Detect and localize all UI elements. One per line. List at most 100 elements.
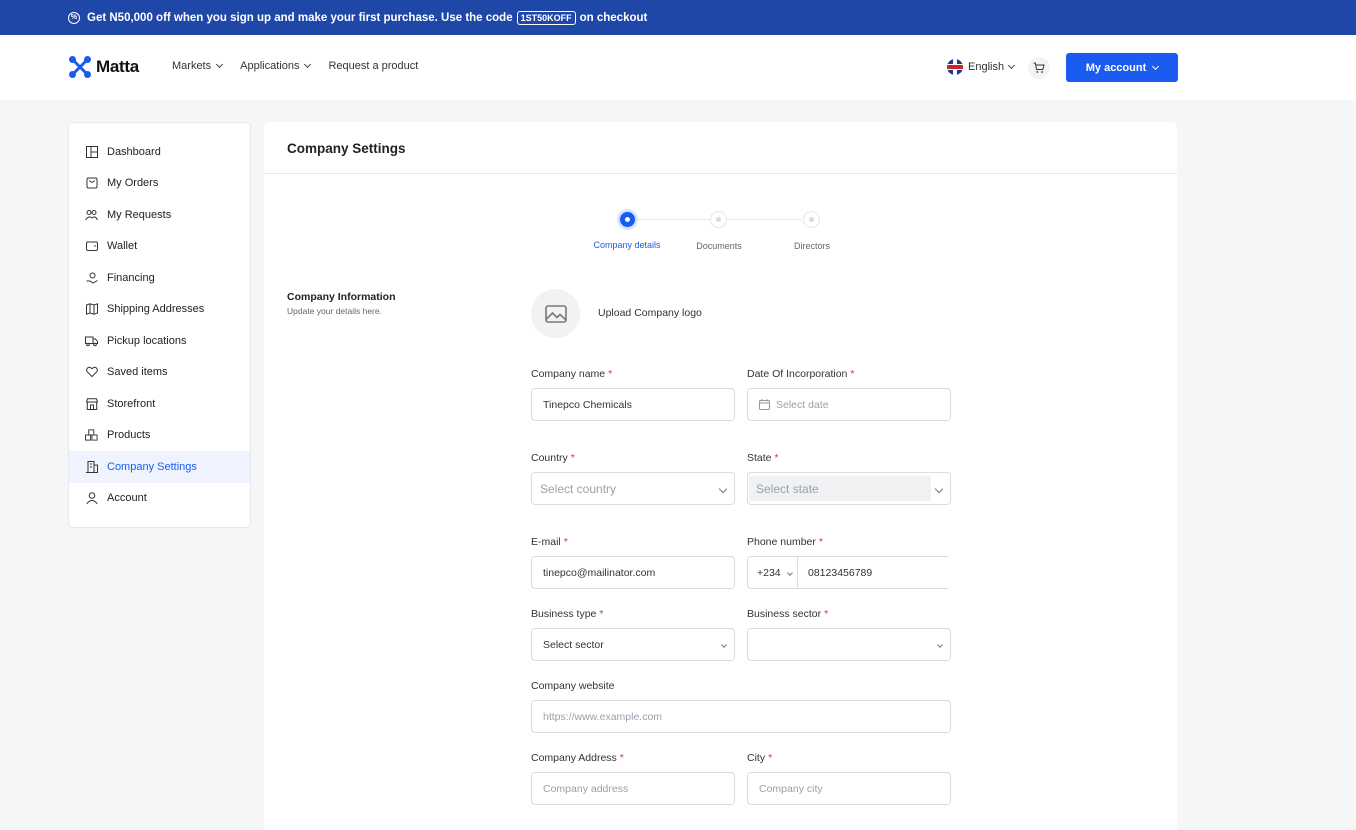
- sidebar-item-wallet[interactable]: Wallet: [69, 231, 250, 263]
- sidebar-item-saved-items[interactable]: Saved items: [69, 357, 250, 389]
- language-label: English: [968, 61, 1005, 73]
- sidebar-item-label: Storefront: [107, 397, 156, 410]
- step-label-company-details[interactable]: Company details: [582, 240, 672, 250]
- matta-logo-icon: [69, 56, 91, 78]
- sidebar-item-dashboard[interactable]: Dashboard: [69, 136, 250, 168]
- nav-applications[interactable]: Applications: [240, 60, 312, 72]
- discount-icon: %: [68, 11, 80, 24]
- truck-icon: [85, 334, 98, 347]
- divider: [264, 173, 1177, 174]
- sidebar-item-label: Products: [107, 429, 151, 442]
- country-code-select[interactable]: +234: [748, 557, 798, 588]
- sidebar-item-label: Financing: [107, 271, 155, 284]
- promo-text: Get N50,000 off when you sign up and mak…: [87, 11, 513, 24]
- sidebar-item-pickup-locations[interactable]: Pickup locations: [69, 325, 250, 357]
- business-type-label: Business type *: [531, 608, 604, 620]
- image-icon: [544, 304, 567, 323]
- store-icon: [85, 397, 98, 410]
- nav-request-label: Request a product: [328, 60, 419, 72]
- date-incorporation-label: Date Of Incorporation *: [747, 368, 855, 380]
- sidebar-item-financing[interactable]: Financing: [69, 262, 250, 294]
- email-label: E-mail *: [531, 536, 568, 548]
- upload-logo-button[interactable]: [531, 289, 580, 338]
- website-input[interactable]: https://www.example.com: [531, 700, 951, 733]
- promo-suffix: on checkout: [579, 11, 648, 24]
- sidebar-item-my-requests[interactable]: My Requests: [69, 199, 250, 231]
- date-incorporation-input[interactable]: Select date: [747, 388, 951, 421]
- section-subtitle: Update your details here.: [287, 306, 382, 316]
- sidebar-item-label: My Requests: [107, 208, 172, 221]
- step-dot-directors[interactable]: [803, 211, 820, 228]
- sidebar: Dashboard My Orders My Requests Wallet F…: [68, 122, 251, 528]
- my-account-button[interactable]: My account: [1066, 53, 1178, 82]
- financing-icon: [85, 271, 98, 284]
- cart-icon: [1033, 62, 1045, 73]
- sidebar-item-my-orders[interactable]: My Orders: [69, 168, 250, 200]
- chevron-down-icon: [216, 60, 224, 69]
- calendar-icon: [759, 399, 770, 410]
- step-label-documents[interactable]: Documents: [674, 241, 764, 251]
- page-title: Company Settings: [287, 141, 406, 156]
- nav-request-product[interactable]: Request a product: [328, 60, 418, 72]
- bag-icon: [85, 177, 98, 190]
- sidebar-item-shipping-addresses[interactable]: Shipping Addresses: [69, 294, 250, 326]
- company-name-input[interactable]: Tinepco Chemicals: [531, 388, 735, 421]
- business-type-select[interactable]: Select sector: [531, 628, 735, 661]
- step-dot-company-details[interactable]: [619, 211, 636, 228]
- sidebar-item-label: Shipping Addresses: [107, 303, 205, 316]
- logo-text: Matta: [96, 57, 139, 76]
- email-input[interactable]: tinepco@mailinator.com: [531, 556, 735, 589]
- sidebar-item-account[interactable]: Account: [69, 483, 250, 515]
- state-select[interactable]: Select state: [747, 472, 951, 505]
- dashboard-icon: [85, 145, 98, 158]
- building-icon: [85, 460, 98, 473]
- website-label: Company website: [531, 680, 615, 692]
- cart-button[interactable]: [1028, 57, 1050, 79]
- my-account-label: My account: [1085, 61, 1147, 74]
- city-label: City *: [747, 752, 773, 764]
- company-name-label: Company name *: [531, 368, 613, 380]
- matta-logo[interactable]: Matta: [68, 55, 139, 79]
- city-input[interactable]: Company city: [747, 772, 951, 805]
- address-label: Company Address *: [531, 752, 624, 764]
- phone-input[interactable]: +234 08123456789: [747, 556, 948, 589]
- sidebar-item-label: Wallet: [107, 240, 138, 253]
- promo-banner: % Get N50,000 off when you sign up and m…: [0, 0, 1356, 35]
- nav-markets[interactable]: Markets: [172, 60, 224, 72]
- nav-markets-label: Markets: [172, 60, 212, 72]
- business-sector-select[interactable]: [747, 628, 951, 661]
- main-panel: Company Settings Company details Documen…: [264, 122, 1177, 830]
- sidebar-item-label: My Orders: [107, 177, 159, 190]
- user-icon: [85, 492, 98, 505]
- requests-icon: [85, 208, 98, 221]
- map-icon: [85, 303, 98, 316]
- state-label: State *: [747, 452, 779, 464]
- sidebar-item-label: Company Settings: [107, 460, 197, 473]
- chevron-down-icon: [1152, 62, 1160, 70]
- nav-applications-label: Applications: [240, 60, 300, 72]
- phone-label: Phone number *: [747, 536, 823, 548]
- stepper-line: [636, 219, 710, 220]
- main-nav: Markets Applications Request a product: [172, 60, 418, 72]
- products-icon: [85, 429, 98, 442]
- step-label-directors[interactable]: Directors: [767, 241, 857, 251]
- sidebar-item-storefront[interactable]: Storefront: [69, 388, 250, 420]
- chevron-down-icon: [1008, 61, 1016, 70]
- stepper-line: [727, 219, 802, 220]
- sidebar-item-label: Pickup locations: [107, 334, 187, 347]
- heart-icon: [85, 366, 98, 379]
- step-dot-documents[interactable]: [710, 211, 727, 228]
- sidebar-item-products[interactable]: Products: [69, 420, 250, 452]
- top-header: Matta Markets Applications Request a pro…: [0, 35, 1356, 100]
- language-selector[interactable]: English: [947, 59, 1016, 75]
- wallet-icon: [85, 240, 98, 253]
- sidebar-item-company-settings[interactable]: Company Settings: [69, 451, 250, 483]
- country-select[interactable]: Select country: [531, 472, 735, 505]
- address-input[interactable]: Company address: [531, 772, 735, 805]
- sidebar-item-label: Saved items: [107, 366, 168, 379]
- section-title: Company Information: [287, 291, 396, 303]
- chevron-down-icon: [304, 60, 312, 69]
- upload-logo-label[interactable]: Upload Company logo: [598, 307, 702, 319]
- uk-flag-icon: [947, 59, 963, 75]
- promo-code: 1ST50KOFF: [516, 10, 576, 25]
